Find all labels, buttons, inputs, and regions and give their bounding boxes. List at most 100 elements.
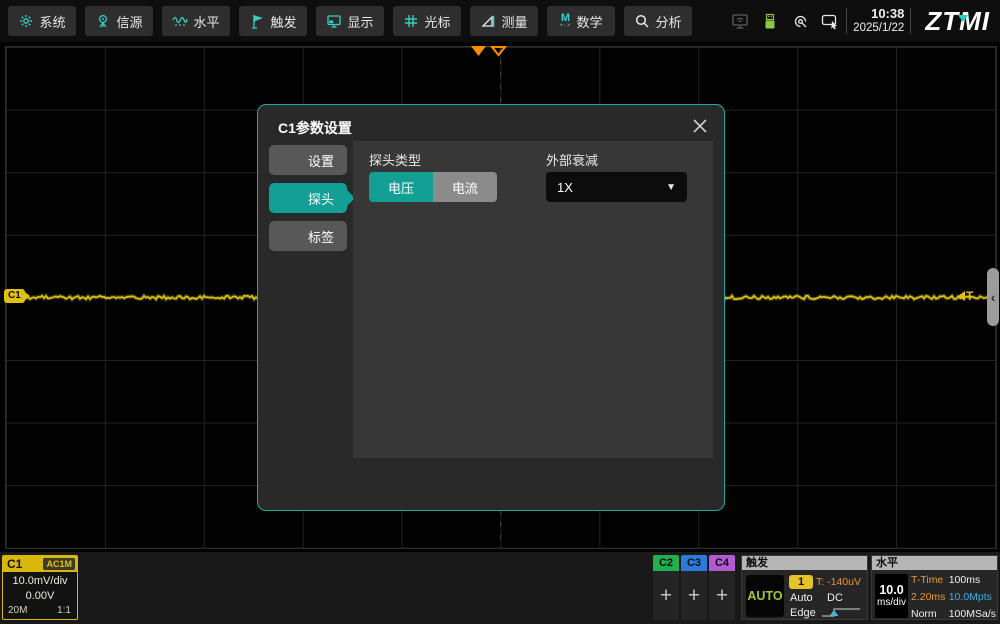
menu-horizontal-button[interactable]: 水平 [162,6,230,36]
c1-settings-dialog: C1参数设置 设置 探头 标签 探头类型 电压 电流 外部衰减 1X ▼ [257,104,725,511]
dialog-title: C1参数设置 [278,118,352,138]
trigger-level-marker[interactable]: T [958,289,973,303]
gesture-icon[interactable] [820,12,840,30]
menu-source-button[interactable]: 信源 [85,6,153,36]
tab-probe[interactable]: 探头 [269,183,347,213]
plus-icon: + [709,571,735,620]
horizontal-status-panel[interactable]: 水平 10.0 ms/div T-Time 100ms 2.20ms 10.0M… [871,555,998,620]
attenuation-value: 1X [557,180,573,195]
trigger-type: Edge [790,607,816,619]
channel1-status-box[interactable]: C1 AC1M 10.0mV/div 0.00V 20M 1:1 [2,555,78,620]
acquire-mode: Norm [911,608,945,620]
horizontal-readouts: T-Time 100ms 2.20ms 10.0Mpts Norm 100MSa… [911,574,996,620]
display-icon [326,13,342,29]
plus-icon: + [653,571,679,620]
plus-icon: + [681,571,707,620]
channel1-coupling-badge: AC1M [43,558,75,570]
touch-icon[interactable] [790,12,810,30]
trigger-status-panel[interactable]: 触发 AUTO 1 Auto Edge T: -140uV DC [741,555,868,620]
trigger-mode-box: AUTO [746,575,784,617]
chevron-down-icon: ▼ [666,182,676,193]
trigger-coupling: DC [827,592,843,604]
menu-label: 测量 [501,12,527,31]
channel3-add-button[interactable]: C3 + [681,555,707,620]
timebase-value: 10.0 [879,583,903,597]
close-icon[interactable] [688,114,712,138]
channel1-probe-ratio: 1:1 [57,605,71,616]
brand-logo: ZTMI [925,6,990,37]
horizontal-wave-icon [172,13,188,29]
channel4-header: C4 [709,555,735,571]
menu-label: 信源 [116,12,142,31]
network-display-icon [730,12,750,30]
channel1-header: C1 AC1M [3,556,77,572]
channel2-add-button[interactable]: C2 + [653,555,679,620]
trigger-level-value: T: -140uV [816,576,861,588]
probe-current-option[interactable]: 电流 [433,172,497,202]
side-panel-handle[interactable]: ‹ [987,268,999,326]
memory-depth: 10.0Mpts [949,591,996,603]
edge-slope-icon [820,606,862,619]
tab-settings[interactable]: 设置 [269,145,347,175]
menu-math-button[interactable]: M +-× 数学 [547,6,615,36]
horizontal-panel-title: 水平 [872,556,997,570]
date-text: 2025/1/22 [853,22,904,35]
delay-value: 2.20ms [911,591,945,603]
menu-label: 光标 [424,12,450,31]
cursor-grid-icon [403,13,419,29]
menu-label: 触发 [270,12,296,31]
attenuation-dropdown[interactable]: 1X ▼ [546,172,687,202]
menu-system-button[interactable]: 系统 [8,6,76,36]
channel1-bandwidth: 20M [8,605,27,616]
oscilloscope-screen: 系统 信源 水平 触发 [0,0,1000,624]
math-icon: M +-× [559,13,571,29]
bottom-status-bar: C1 AC1M 10.0mV/div 0.00V 20M 1:1 C2 + C3… [0,552,1000,624]
trigger-level-arrow-icon [958,291,965,301]
trigger-source-badge: 1 [789,575,813,589]
menu-analyze-button[interactable]: 分析 [624,6,692,36]
menu-label: 数学 [577,12,603,31]
tab-label[interactable]: 标签 [269,221,347,251]
external-attenuation-label: 外部衰减 [546,150,598,169]
toolbar-divider [910,8,911,34]
t-time-label: T-Time [911,574,945,586]
source-icon [95,13,111,29]
t-time-value: 100ms [949,574,996,586]
menu-cursor-button[interactable]: 光标 [393,6,461,36]
measure-icon [480,13,496,29]
probe-voltage-option[interactable]: 电压 [369,172,433,202]
channel1-name: C1 [7,557,22,571]
channel4-add-button[interactable]: C4 + [709,555,735,620]
channel3-header: C3 [681,555,707,571]
dialog-tab-list: 设置 探头 标签 [269,145,347,251]
channel1-footer: 20M 1:1 [3,602,77,616]
timebase-unit: ms/div [877,597,906,609]
channel2-header: C2 [653,555,679,571]
channel1-scale: 10.0mV/div [3,575,77,587]
probe-type-toggle: 电压 电流 [369,172,497,202]
menu-label: 分析 [655,12,681,31]
menu-measure-button[interactable]: 测量 [470,6,538,36]
trigger-delay-marker-icon[interactable] [490,44,507,62]
clock: 10:38 2025/1/22 [853,7,904,35]
time-text: 10:38 [853,7,904,22]
usb-icon [760,12,780,30]
trigger-position-marker-icon[interactable] [470,44,487,62]
channel1-offset: 0.00V [3,590,77,602]
trigger-panel-title: 触发 [742,556,867,570]
menu-trigger-button[interactable]: 触发 [239,6,307,36]
menu-label: 系统 [39,12,65,31]
menu-display-button[interactable]: 显示 [316,6,384,36]
analyze-icon [634,13,650,29]
trigger-sweep: Auto [790,592,813,604]
dialog-content-panel: 探头类型 电压 电流 外部衰减 1X ▼ [353,141,713,458]
menu-label: 水平 [193,12,219,31]
status-icon-group [730,12,840,30]
trigger-flag-icon [249,13,265,29]
top-toolbar: 系统 信源 水平 触发 [0,0,1000,42]
gear-icon [18,13,34,29]
menu-label: 显示 [347,12,373,31]
channel1-trace-tag[interactable]: C1 [4,289,25,303]
toolbar-divider [846,8,847,34]
probe-type-label: 探头类型 [369,150,421,169]
